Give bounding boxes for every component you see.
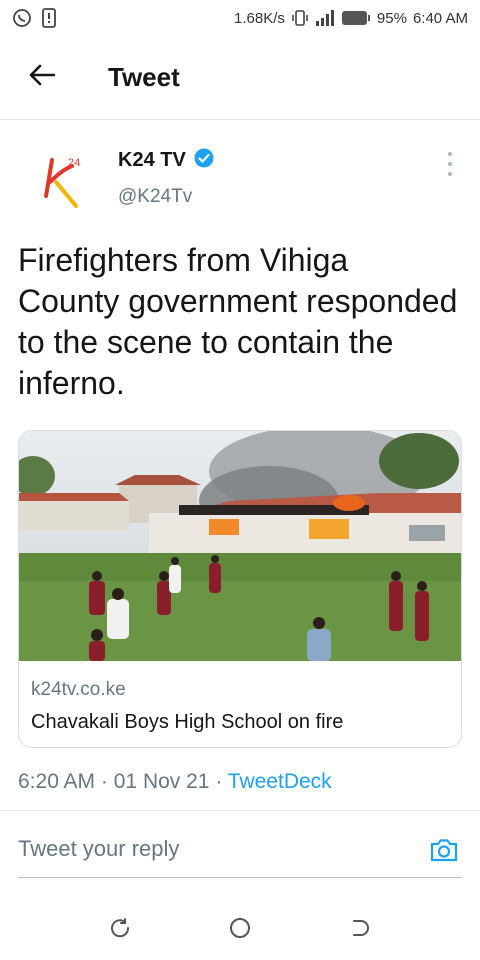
recents-button[interactable] <box>100 910 140 950</box>
recents-icon <box>108 916 132 945</box>
meta-separator: · <box>215 770 223 793</box>
name-row: K24 TV <box>118 148 214 173</box>
card-title: Chavakali Boys High School on fire <box>31 711 344 733</box>
avatar[interactable]: 24 <box>28 148 92 212</box>
k24-logo: 24 <box>44 157 80 208</box>
tweet-header: 24 K24 TV @K24Tv <box>0 140 480 220</box>
verified-badge-icon <box>194 148 214 173</box>
system-nav-bar <box>0 900 480 960</box>
signal-icon <box>315 10 335 26</box>
tweet-text: Firefighters from Vihiga County governme… <box>18 242 458 401</box>
battery-level: 95% <box>376 9 407 27</box>
home-circle-icon <box>228 916 252 945</box>
divider <box>0 810 480 811</box>
display-name[interactable]: K24 TV <box>118 149 186 172</box>
tweet-source-link[interactable]: TweetDeck <box>228 770 332 793</box>
reply-input[interactable]: Tweet your reply <box>18 836 179 862</box>
network-speed: 1.68K/s <box>234 9 285 27</box>
reply-bar: Tweet your reply <box>18 830 462 878</box>
back-button[interactable] <box>0 36 84 120</box>
camera-button[interactable] <box>428 834 460 866</box>
back-nav-icon <box>348 916 372 945</box>
app-bar: Tweet <box>0 36 480 120</box>
more-vertical-icon <box>448 152 452 156</box>
arrow-left-icon <box>29 64 56 91</box>
battery-icon <box>341 10 371 26</box>
camera-icon <box>428 839 460 870</box>
vibrate-icon <box>291 9 309 27</box>
svg-text:24: 24 <box>68 157 80 169</box>
more-dot <box>448 172 452 176</box>
more-dot <box>448 162 452 166</box>
sim-alert-icon <box>42 8 56 28</box>
status-bar: 1.68K/s 95% 6:40 AM <box>0 0 480 36</box>
link-card[interactable]: k24tv.co.ke Chavakali Boys High School o… <box>18 430 462 748</box>
tweet-time: 6:20 AM <box>18 770 96 793</box>
back-nav-button[interactable] <box>340 910 380 950</box>
clock: 6:40 AM <box>412 9 468 27</box>
meta-separator: · <box>100 770 108 793</box>
tweet-meta: 6:20 AM · 01 Nov 21 · TweetDeck <box>18 770 332 794</box>
tweet-date: 01 Nov 21 <box>113 770 210 793</box>
more-options-button[interactable] <box>440 152 460 176</box>
home-button[interactable] <box>220 910 260 950</box>
card-domain: k24tv.co.ke <box>31 679 126 700</box>
handle[interactable]: @K24Tv <box>118 186 192 208</box>
whatsapp-icon <box>12 8 32 28</box>
card-image <box>19 431 461 661</box>
page-title: Tweet <box>108 62 180 92</box>
